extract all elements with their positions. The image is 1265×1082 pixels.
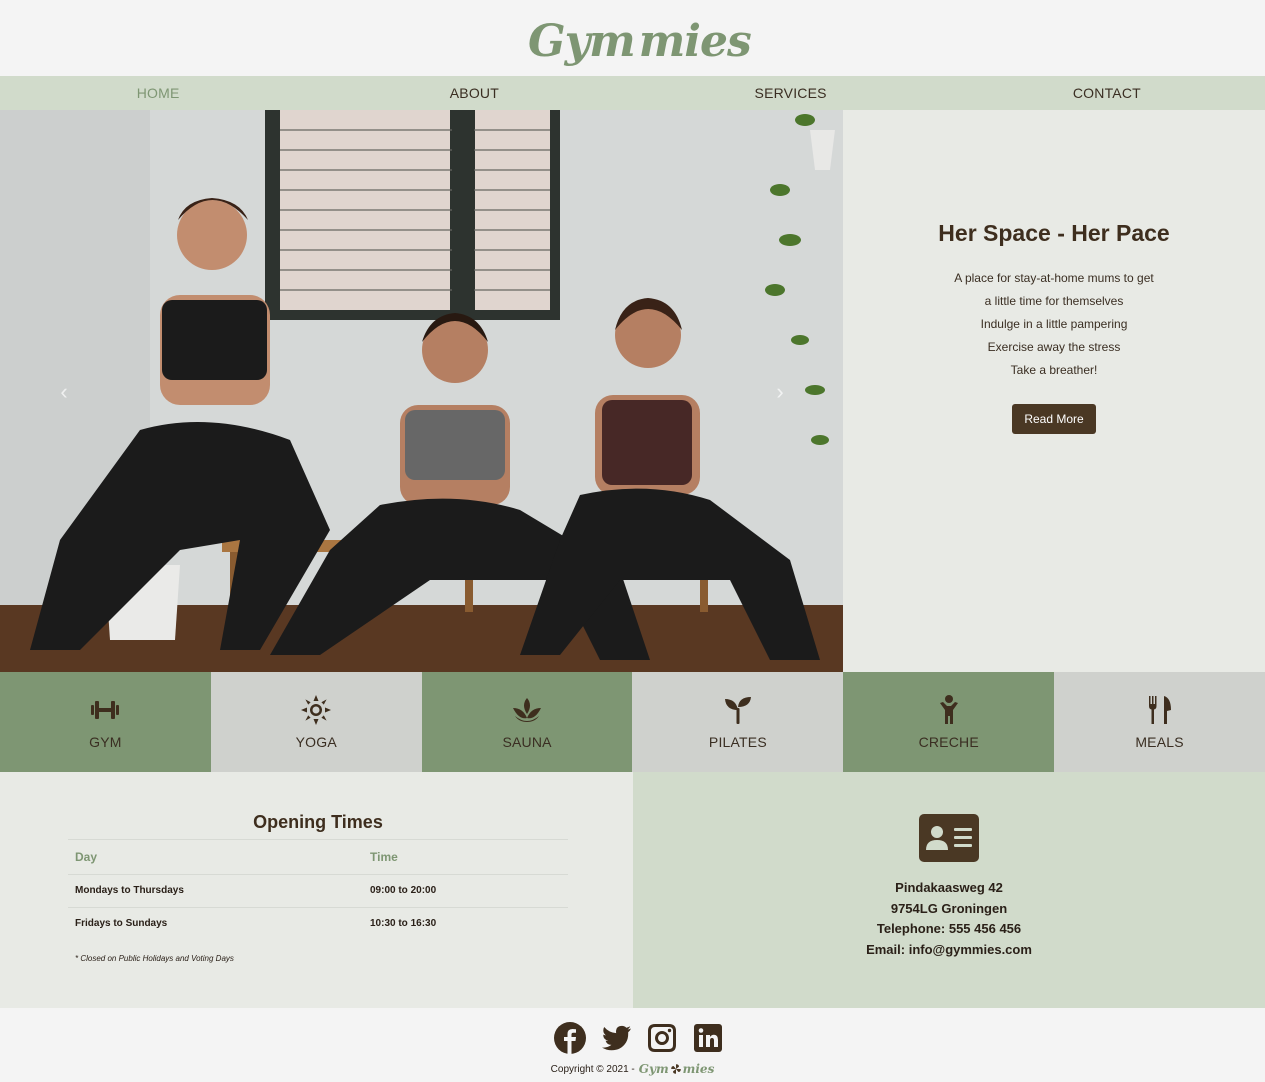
- nav-home[interactable]: HOME: [0, 76, 316, 110]
- carousel-prev-icon[interactable]: ‹: [54, 379, 74, 404]
- main-nav: HOME ABOUT SERVICES CONTACT: [0, 76, 1265, 110]
- contact-telephone[interactable]: Telephone: 555 456 456: [877, 919, 1021, 940]
- service-label: CRECHE: [918, 734, 979, 750]
- service-label: MEALS: [1135, 734, 1184, 750]
- copyright-text: Copyright © 2021 -: [550, 1063, 635, 1075]
- hero-line: Take a breather!: [1010, 363, 1098, 377]
- seedling-icon: [724, 697, 751, 724]
- opening-times-note: * Closed on Public Holidays and Voting D…: [75, 954, 234, 963]
- copyright: Copyright © 2021 - Gym mies: [0, 1062, 1265, 1076]
- hero-line: Exercise away the stress: [987, 340, 1121, 354]
- twitter-icon[interactable]: [600, 1022, 632, 1054]
- service-label: PILATES: [708, 734, 767, 750]
- nav-contact[interactable]: CONTACT: [949, 76, 1265, 110]
- contact-address-city: 9754LG Groningen: [890, 900, 1008, 916]
- logo-text-right: mies: [638, 15, 752, 67]
- hero-title: Her Space - Her Pace: [938, 220, 1170, 246]
- info-section: Opening Times Day Time Mondays to Thursd…: [0, 772, 1265, 1008]
- column-header-day: Day: [68, 840, 363, 875]
- service-gym[interactable]: GYM: [0, 672, 211, 772]
- contact-address-street: Pindakaasweg 42: [895, 880, 1003, 895]
- pinwheel-icon: [670, 1064, 681, 1074]
- contact-panel: Pindakaasweg 42 9754LG Groningen Telepho…: [633, 772, 1265, 1008]
- footer-logo[interactable]: Gym mies: [639, 1062, 715, 1076]
- nav-about[interactable]: ABOUT: [316, 76, 632, 110]
- table-cell-time: 09:00 to 20:00: [363, 874, 568, 908]
- table-cell-day: Fridays to Sundays: [75, 918, 168, 929]
- child-icon: [939, 695, 958, 724]
- logo-text-left: Gym: [528, 15, 636, 67]
- nav-services[interactable]: SERVICES: [633, 76, 949, 110]
- hero-line: a little time for themselves: [984, 294, 1124, 308]
- service-label: GYM: [89, 734, 122, 750]
- spa-icon: [513, 698, 542, 722]
- service-yoga[interactable]: YOGA: [210, 672, 422, 772]
- opening-times-title: Opening Times: [68, 812, 568, 840]
- service-creche[interactable]: CRECHE: [843, 672, 1055, 772]
- sun-icon: [301, 695, 332, 725]
- facebook-icon[interactable]: [554, 1022, 586, 1054]
- opening-times-panel: Opening Times Day Time Mondays to Thursd…: [0, 772, 633, 1008]
- service-meals[interactable]: MEALS: [1054, 672, 1265, 772]
- service-label: SAUNA: [502, 734, 552, 750]
- contact-email[interactable]: Email: info@gymmies.com: [866, 940, 1032, 961]
- brand-logo[interactable]: Gym mies: [528, 8, 752, 74]
- footer-logo-left: Gym: [638, 1062, 669, 1076]
- services-row: GYM YOGA SAUNA PILATES CRECHE MEALS: [0, 672, 1265, 772]
- table-cell-time: 10:30 to 16:30: [370, 918, 437, 929]
- address-card-icon: [919, 814, 979, 862]
- utensils-icon: [1148, 696, 1171, 724]
- footer-logo-right: mies: [682, 1062, 715, 1076]
- opening-times-table: Day Time Mondays to Thursdays 09:00 to 2…: [68, 840, 568, 940]
- column-header-time: Time: [363, 840, 568, 875]
- carousel-next-icon[interactable]: ›: [770, 379, 790, 404]
- hero-carousel-image: ‹ ›: [0, 110, 843, 672]
- hero-line: A place for stay-at-home mums to get: [954, 271, 1154, 285]
- site-footer: Copyright © 2021 - Gym mies: [0, 1008, 1265, 1082]
- service-label: YOGA: [295, 734, 337, 750]
- hero-line: Indulge in a little pampering: [980, 317, 1128, 331]
- yoga-women-photo: [0, 110, 843, 672]
- service-pilates[interactable]: PILATES: [632, 672, 844, 772]
- linkedin-icon[interactable]: [692, 1022, 724, 1054]
- service-sauna[interactable]: SAUNA: [421, 672, 633, 772]
- dumbbell-icon: [91, 701, 120, 719]
- social-links: [554, 1022, 724, 1054]
- hero-text-panel: Her Space - Her Pace A place for stay-at…: [843, 110, 1265, 672]
- instagram-icon[interactable]: [646, 1022, 678, 1054]
- read-more-button[interactable]: Read More: [1012, 404, 1096, 434]
- table-row: Mondays to Thursdays 09:00 to 20:00: [68, 874, 568, 908]
- table-cell-day: Mondays to Thursdays: [68, 874, 363, 908]
- table-row: Fridays to Sundays 10:30 to 16:30: [68, 908, 568, 941]
- table-header-row: Day Time: [68, 840, 568, 875]
- site-header: Gym mies: [0, 0, 1265, 76]
- hero-section: ‹ › Her Space - Her Pace A place for sta…: [0, 110, 1265, 672]
